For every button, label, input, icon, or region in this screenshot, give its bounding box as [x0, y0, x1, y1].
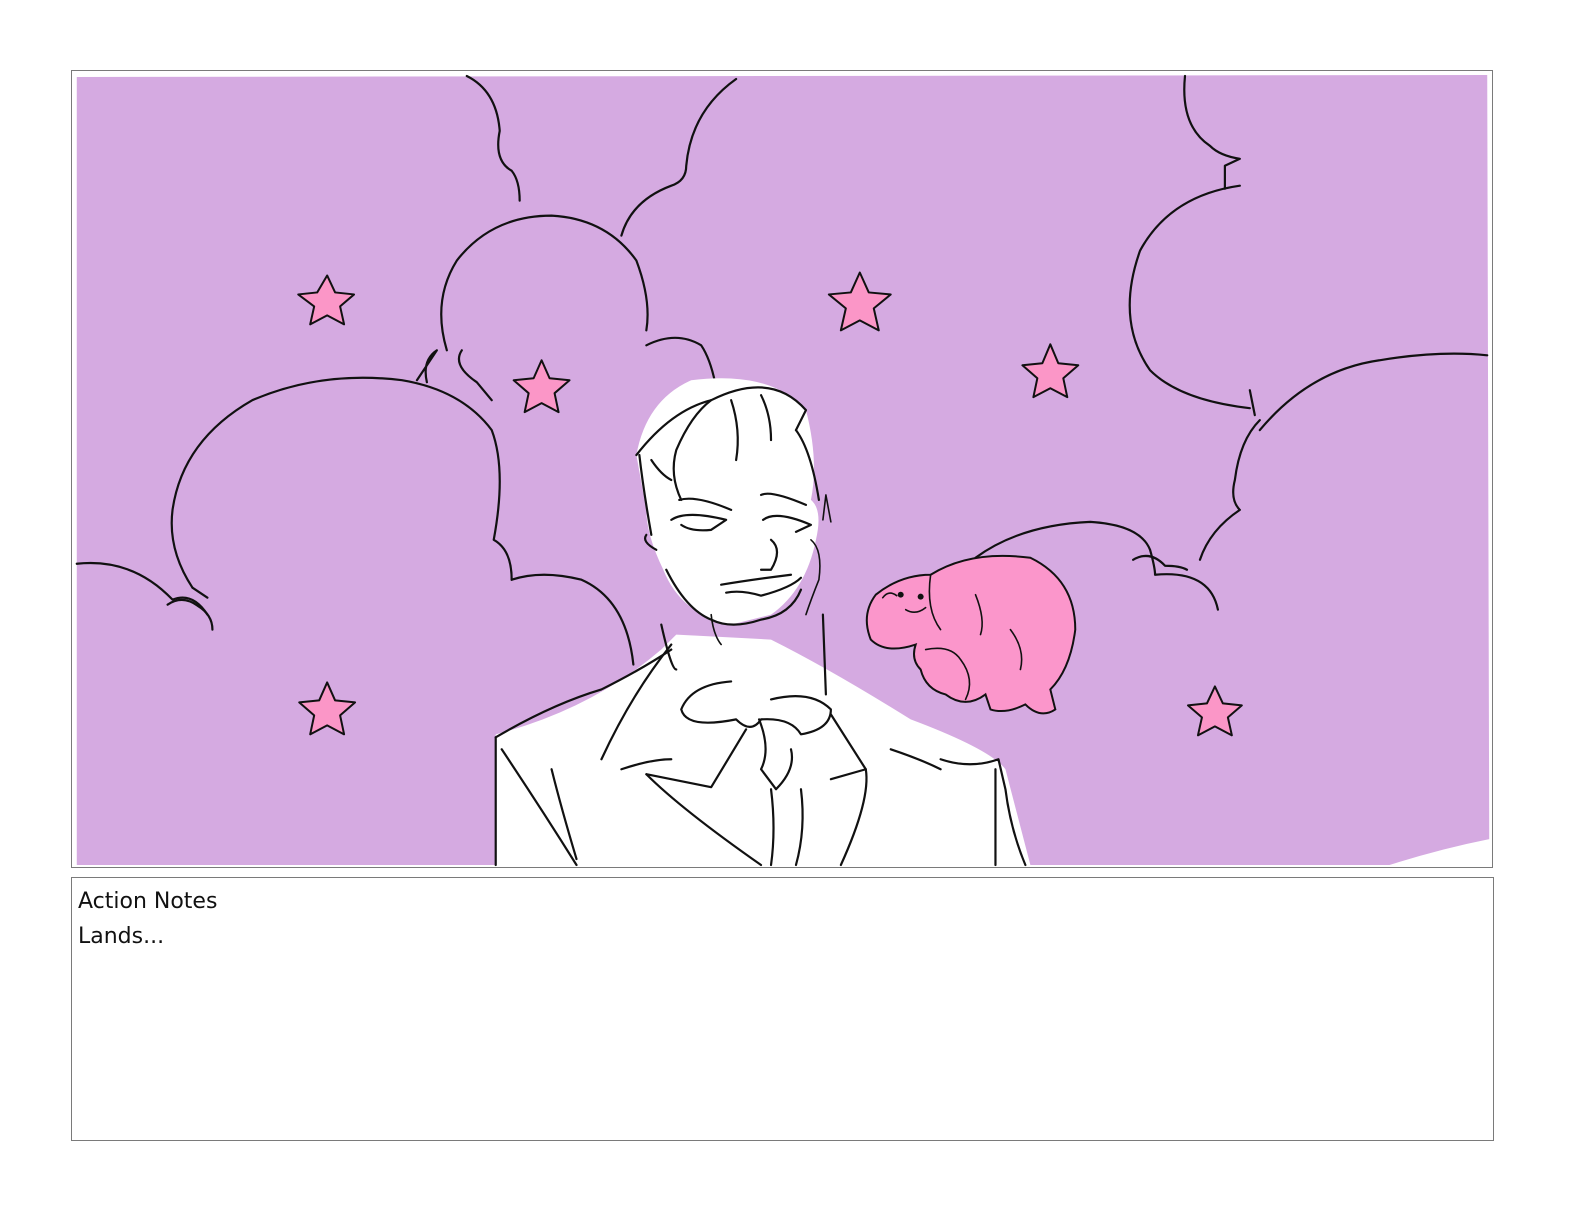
panel-drawing — [75, 74, 1490, 867]
action-notes-box: Action Notes Lands... — [71, 877, 1494, 1141]
storyboard-panel — [71, 70, 1493, 868]
action-notes-text: Lands... — [78, 924, 165, 949]
action-notes-label: Action Notes — [78, 889, 218, 914]
